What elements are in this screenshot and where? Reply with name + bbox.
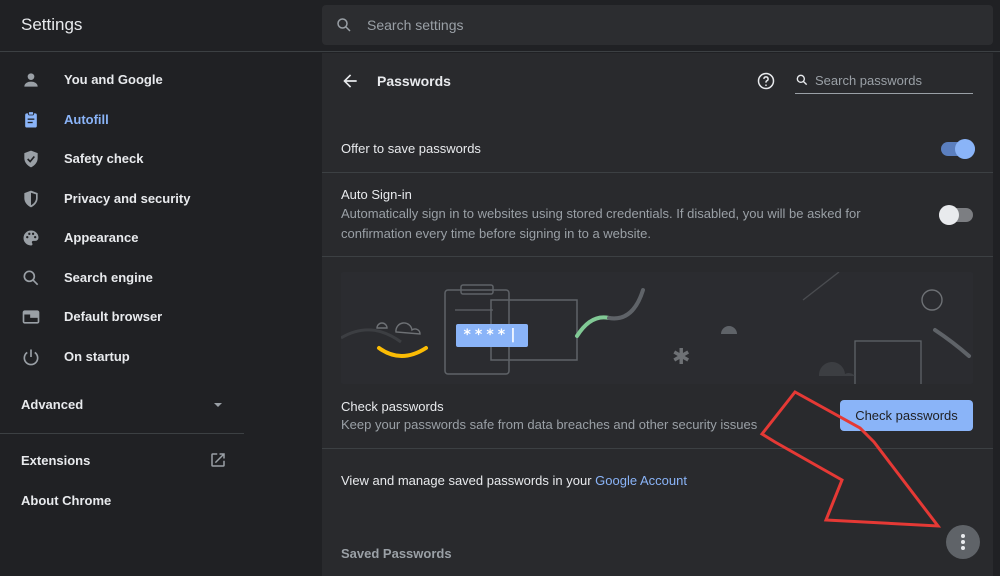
sidebar-item-appearance[interactable]: Appearance	[0, 219, 244, 257]
row-divider	[322, 448, 993, 449]
sidebar-item-label: Appearance	[64, 230, 139, 245]
more-actions-button[interactable]	[946, 525, 980, 559]
sidebar-advanced-toggle[interactable]: Advanced	[0, 386, 244, 424]
more-vert-icon-dot	[961, 540, 965, 544]
sidebar-item-autofill[interactable]: Autofill	[0, 101, 244, 139]
browser-window-icon	[22, 310, 40, 324]
search-icon	[23, 270, 39, 286]
sidebar-item-label: Search engine	[64, 270, 153, 285]
check-passwords-illustration: ✱ ****|	[341, 272, 973, 384]
search-icon	[337, 18, 351, 32]
passwords-header: Passwords Search passwords	[322, 53, 993, 109]
search-icon	[796, 74, 808, 86]
settings-search-input[interactable]: Search settings	[322, 5, 993, 45]
sidebar-item-about-chrome[interactable]: About Chrome	[0, 482, 244, 520]
sidebar-item-label: Safety check	[64, 151, 144, 166]
settings-search-placeholder: Search settings	[367, 17, 464, 33]
sidebar: You and Google Autofill Safety check Pri…	[0, 53, 244, 576]
sidebar-item-label: Autofill	[64, 112, 109, 127]
passwords-card: Passwords Search passwords Offer to save…	[322, 53, 993, 576]
manage-passwords-text: View and manage saved passwords in your …	[341, 473, 687, 488]
sidebar-item-extensions[interactable]: Extensions	[0, 442, 244, 480]
auto-signin-toggle[interactable]	[939, 205, 973, 225]
external-link-icon	[211, 453, 225, 467]
top-bar: Settings Search settings	[0, 0, 1000, 52]
check-passwords-button[interactable]: Check passwords	[840, 400, 973, 431]
offer-to-save-label: Offer to save passwords	[341, 141, 481, 156]
saved-passwords-heading: Saved Passwords	[341, 546, 452, 561]
sidebar-item-label: On startup	[64, 349, 130, 364]
back-arrow-icon[interactable]	[340, 71, 360, 91]
shield-check-icon	[24, 150, 38, 168]
password-search-placeholder: Search passwords	[815, 73, 922, 88]
sidebar-item-privacy-and-security[interactable]: Privacy and security	[0, 180, 244, 218]
row-divider	[322, 172, 993, 173]
auto-signin-label: Auto Sign-in	[341, 187, 412, 202]
sidebar-divider	[0, 433, 244, 434]
extensions-label: Extensions	[21, 453, 91, 468]
sidebar-item-label: Privacy and security	[64, 191, 191, 206]
sidebar-item-label: Default browser	[64, 309, 163, 324]
page-title: Passwords	[377, 73, 451, 89]
auto-signin-description: Automatically sign in to websites using …	[341, 206, 861, 241]
svg-text:✱: ✱	[672, 345, 690, 370]
sidebar-item-you-and-google[interactable]: You and Google	[0, 61, 244, 99]
google-account-link[interactable]: Google Account	[595, 473, 687, 488]
toggle-knob	[939, 205, 959, 225]
sidebar-item-on-startup[interactable]: On startup	[0, 338, 244, 376]
person-icon	[24, 73, 38, 87]
power-icon	[23, 349, 39, 366]
advanced-label: Advanced	[21, 397, 84, 412]
chevron-down-icon	[214, 403, 222, 407]
more-vert-icon	[961, 534, 965, 538]
help-icon[interactable]	[756, 71, 776, 91]
manage-passwords-prefix: View and manage saved passwords in your	[341, 473, 596, 488]
row-divider	[322, 256, 993, 257]
sidebar-item-safety-check[interactable]: Safety check	[0, 140, 244, 178]
toggle-knob	[955, 139, 975, 159]
password-field-graphic: ****|	[456, 324, 528, 347]
sidebar-item-default-browser[interactable]: Default browser	[0, 298, 244, 336]
about-chrome-label: About Chrome	[21, 493, 112, 508]
check-passwords-title: Check passwords	[341, 399, 444, 414]
sidebar-item-search-engine[interactable]: Search engine	[0, 259, 244, 297]
offer-to-save-toggle[interactable]	[941, 139, 975, 159]
sidebar-item-label: You and Google	[64, 72, 163, 87]
password-search-input[interactable]: Search passwords	[795, 70, 973, 94]
more-vert-icon-dot	[961, 546, 965, 550]
password-mask-text: ****|	[463, 327, 521, 343]
check-passwords-description: Keep your passwords safe from data breac…	[341, 417, 758, 432]
app-title: Settings	[21, 15, 83, 34]
palette-icon	[23, 230, 39, 246]
clipboard-icon	[25, 111, 37, 128]
shield-icon	[24, 190, 38, 208]
